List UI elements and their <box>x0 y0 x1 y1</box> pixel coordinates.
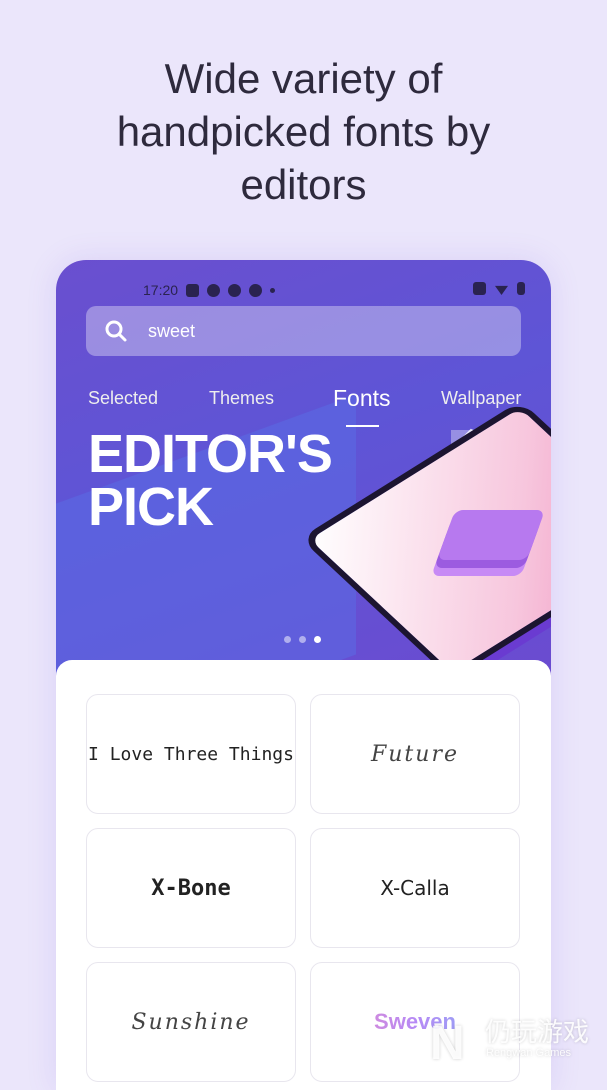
tab-selected[interactable]: Selected <box>88 388 158 409</box>
editors-pick-banner[interactable]: 17:20 sweet Selected Themes Fonts Wallpa… <box>56 260 551 680</box>
headline: Wide variety of handpicked fonts by edit… <box>0 52 607 211</box>
search-icon <box>105 320 127 342</box>
banner-title: EDITOR'S PICK <box>88 424 333 537</box>
font-name: Sunshine <box>131 1009 251 1035</box>
font-card[interactable]: Sunshine <box>86 962 296 1082</box>
watermark: N 仍玩游戏 Rengwan Games <box>430 1012 590 1070</box>
tab-fonts[interactable]: Fonts <box>333 385 391 412</box>
font-name: X-Bone <box>151 875 231 901</box>
carousel-dots[interactable] <box>284 636 321 643</box>
vibrate-icon <box>473 282 486 295</box>
status-bar: 17:20 <box>143 282 276 298</box>
mail-icon <box>186 283 200 297</box>
watermark-logo: N <box>430 1017 465 1070</box>
font-card[interactable]: I Love Three Things <box>86 694 296 814</box>
facebook-icon <box>228 283 242 297</box>
font-name: Future <box>371 741 459 767</box>
carousel-dot[interactable] <box>299 636 306 643</box>
wifi-icon <box>495 285 508 295</box>
phone-frame: 17:20 sweet Selected Themes Fonts Wallpa… <box>56 260 551 1090</box>
search-value: sweet <box>148 320 196 341</box>
headline-line: handpicked fonts by <box>116 108 491 155</box>
active-tab-indicator <box>346 425 379 427</box>
status-time: 17:20 <box>143 282 179 298</box>
carousel-dot-active[interactable] <box>314 636 321 643</box>
more-dot-icon <box>270 287 276 293</box>
font-name: X-Calla <box>380 876 450 900</box>
tab-wallpaper[interactable]: Wallpaper <box>441 388 521 409</box>
headline-line: Wide variety of <box>164 55 443 102</box>
headline-line: editors <box>240 161 367 208</box>
tab-themes[interactable]: Themes <box>209 388 274 409</box>
carousel-dot[interactable] <box>284 636 291 643</box>
font-name: I Love Three Things <box>88 743 294 765</box>
banner-line1: EDITOR'S <box>88 424 333 484</box>
app-icon <box>207 283 221 297</box>
watermark-cn: 仍玩游戏 <box>485 1017 590 1047</box>
status-icons <box>473 282 525 295</box>
banner-line2: PICK <box>88 477 214 537</box>
font-card[interactable]: X-Calla <box>310 828 520 948</box>
font-card[interactable]: X-Bone <box>86 828 296 948</box>
circle-icon <box>249 283 263 297</box>
battery-icon <box>517 282 525 295</box>
font-card[interactable]: Future <box>310 694 520 814</box>
layers-illustration <box>436 510 546 560</box>
search-input[interactable]: sweet <box>86 306 521 356</box>
